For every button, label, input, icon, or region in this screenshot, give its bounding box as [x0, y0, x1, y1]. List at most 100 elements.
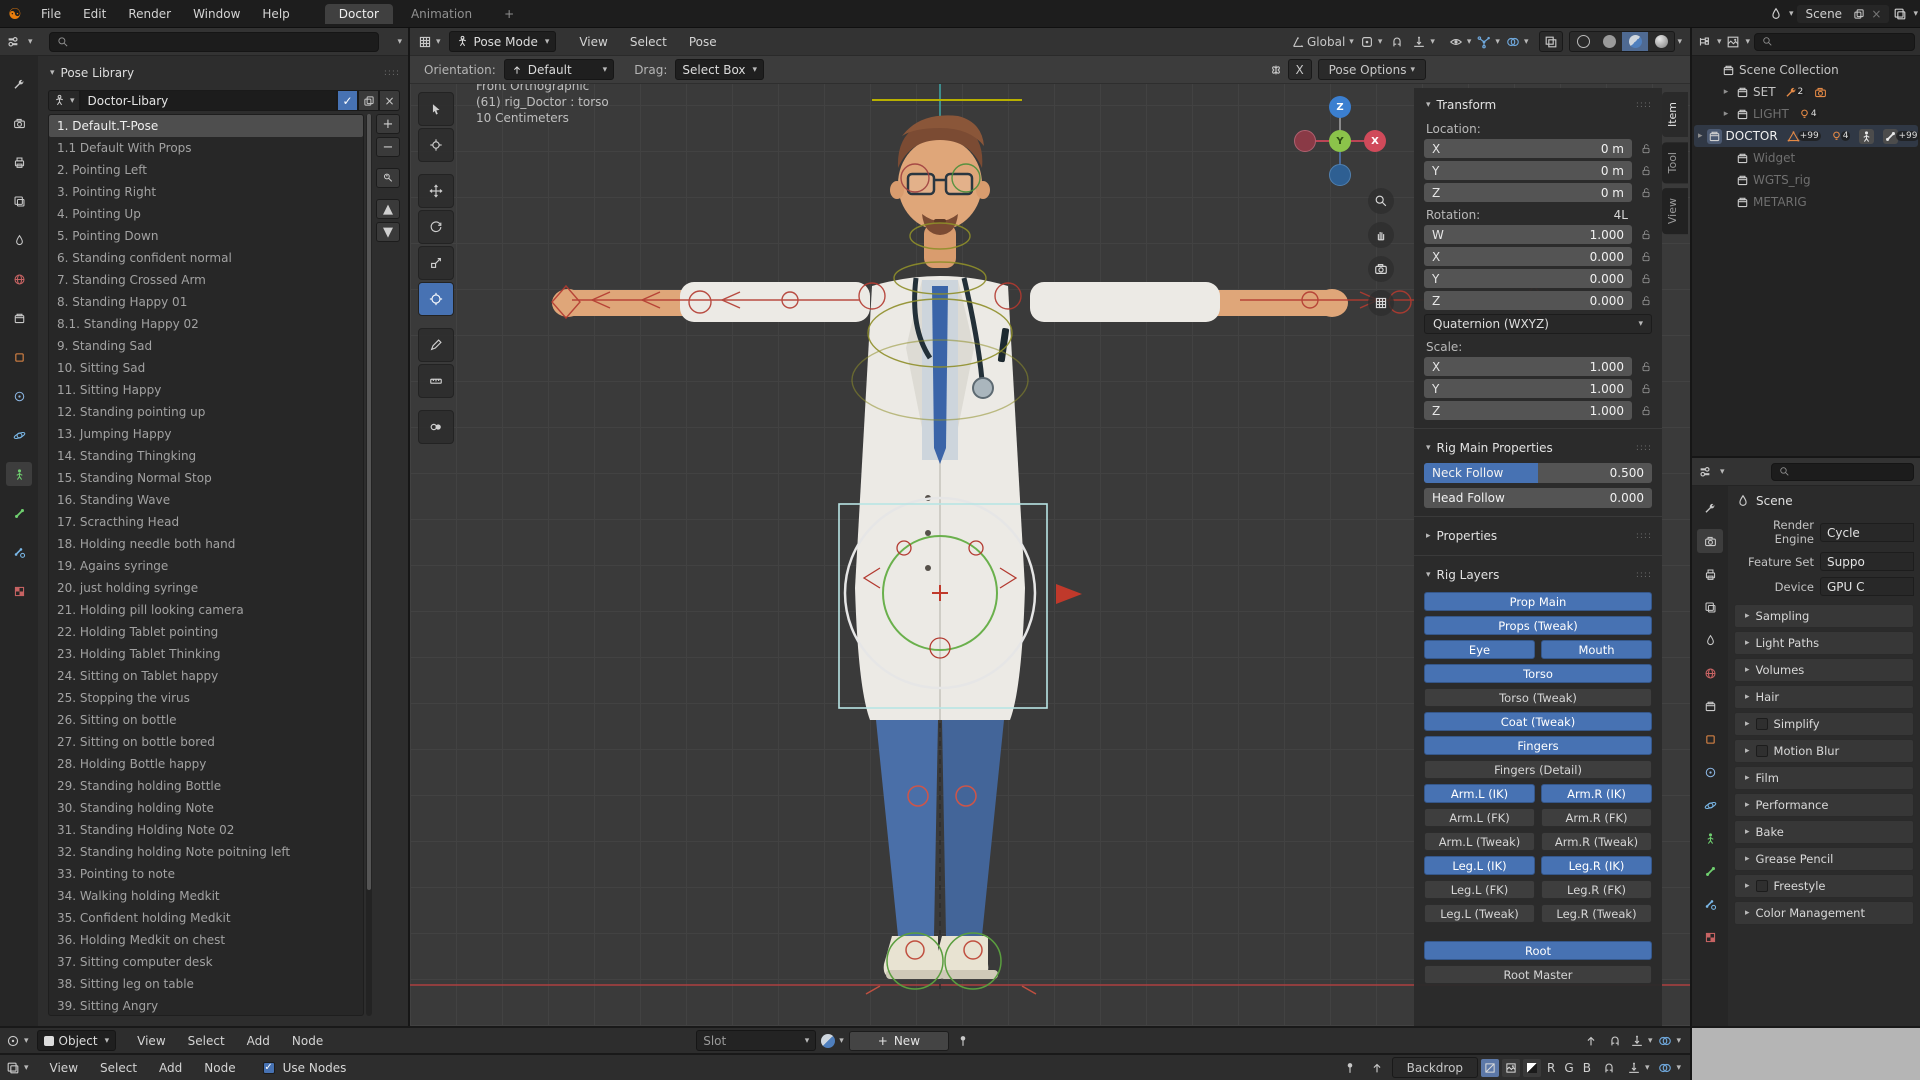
tab-object[interactable]: [1697, 727, 1723, 751]
section-color-management[interactable]: ▸Color Management: [1734, 901, 1914, 925]
new-workspace-button[interactable]: +: [490, 4, 528, 24]
viewport-3d[interactable]: ▾ Pose Mode▾ ViewSelectPose Global▾ ▾ ▾ …: [410, 28, 1690, 1026]
neck-follow-slider[interactable]: Neck Follow0.500: [1424, 463, 1652, 483]
tab-collection[interactable]: [1697, 694, 1723, 718]
shading-material-button[interactable]: [1622, 32, 1648, 51]
compositor-menu-select[interactable]: Select: [89, 1054, 148, 1080]
pose-list-item[interactable]: 15. Standing Normal Stop: [49, 467, 363, 489]
mode-dropdown[interactable]: Pose Mode▾: [449, 31, 557, 52]
material-browse-dropdown[interactable]: ▾: [818, 1030, 847, 1051]
outliner-row-scene-collection[interactable]: Scene Collection: [1694, 59, 1918, 81]
shading-wireframe-button[interactable]: [1570, 32, 1596, 51]
outliner-row-widget[interactable]: Widget: [1694, 147, 1918, 169]
section-bake[interactable]: ▸Bake: [1734, 820, 1914, 844]
tool-move[interactable]: [418, 174, 454, 208]
tool-select-box[interactable]: [418, 92, 454, 126]
rig-layer-arm-r-fk-[interactable]: Arm.R (FK): [1541, 808, 1652, 827]
rotation-x-field[interactable]: X0.000: [1424, 247, 1632, 266]
topbar-menu-file[interactable]: File: [30, 0, 72, 28]
rotation-mode-dropdown[interactable]: Quaternion (WXYZ)▾: [1424, 314, 1652, 334]
compositor-menu-node[interactable]: Node: [193, 1054, 246, 1080]
snap-settings-dropdown[interactable]: ▾: [1627, 1030, 1656, 1051]
tab-collection[interactable]: [6, 306, 32, 330]
outliner-search-input[interactable]: [1754, 33, 1915, 51]
pose-list-item[interactable]: 14. Standing Thingking: [49, 445, 363, 467]
rig-layer-leg-l-fk-[interactable]: Leg.L (FK): [1424, 880, 1535, 899]
properties-collapse-chevron[interactable]: ▸: [1426, 531, 1431, 541]
shading-solid-button[interactable]: [1596, 32, 1622, 51]
outliner-row-wgts-rig[interactable]: WGTS_rig: [1694, 169, 1918, 191]
pose-list-item[interactable]: 34. Walking holding Medkit: [49, 885, 363, 907]
tab-t-tool[interactable]: [1697, 496, 1723, 520]
topbar-menu-render[interactable]: Render: [117, 0, 182, 28]
tab-bone[interactable]: [6, 501, 32, 525]
tool-scale[interactable]: [418, 246, 454, 280]
topbar-menu-window[interactable]: Window: [182, 0, 251, 28]
pose-list-item[interactable]: 17. Scracthing Head: [49, 511, 363, 533]
pose-list-item[interactable]: 24. Sitting on Tablet happy: [49, 665, 363, 687]
pose-list-item[interactable]: 2. Pointing Left: [49, 159, 363, 181]
section-hair[interactable]: ▸Hair: [1734, 685, 1914, 709]
topbar-menu-edit[interactable]: Edit: [72, 0, 117, 28]
section-volumes[interactable]: ▸Volumes: [1734, 658, 1914, 682]
pose-library-browse-dropdown[interactable]: ▾: [48, 90, 80, 111]
shader-type-dropdown[interactable]: Object▾: [37, 1030, 117, 1051]
snap-settings-dropdown[interactable]: ▾: [1409, 31, 1438, 52]
pose-list-item[interactable]: 29. Standing holding Bottle: [49, 775, 363, 797]
shader-menu-view[interactable]: View: [126, 1027, 176, 1055]
pose-list-scrollbar[interactable]: [366, 114, 372, 1016]
fake-user-toggle[interactable]: ✓: [337, 90, 358, 111]
tool-cursor[interactable]: [418, 128, 454, 162]
pose-list-item[interactable]: 39. Sitting Angry: [49, 995, 363, 1016]
overlays-dropdown[interactable]: ▾: [1655, 1030, 1684, 1051]
shader-editor-icon[interactable]: [6, 1034, 20, 1048]
pose-list-item[interactable]: 25. Stopping the virus: [49, 687, 363, 709]
gizmos-dropdown[interactable]: ▾: [1474, 31, 1503, 52]
pose-list-item[interactable]: 5. Pointing Down: [49, 225, 363, 247]
pose-list-item[interactable]: 3. Pointing Right: [49, 181, 363, 203]
snap-toggle-button[interactable]: [1597, 1057, 1621, 1078]
section-checkbox[interactable]: [1756, 880, 1768, 892]
library-name-field[interactable]: Doctor-Libary: [80, 90, 337, 111]
rig-layer-leg-r-tweak-[interactable]: Leg.R (Tweak): [1541, 904, 1652, 923]
device-dropdown[interactable]: GPU C: [1820, 577, 1914, 596]
rig-layer-arm-l-tweak-[interactable]: Arm.L (Tweak): [1424, 832, 1535, 851]
rotation-z-field[interactable]: Z0.000: [1424, 291, 1632, 310]
pose-list-item[interactable]: 7. Standing Crossed Arm: [49, 269, 363, 291]
viewport-menu-view[interactable]: View: [568, 28, 618, 56]
transform-orientation-dropdown[interactable]: Global▾: [1288, 31, 1357, 52]
viewport-menu-pose[interactable]: Pose: [678, 28, 728, 56]
pose-list-item[interactable]: 8.1. Standing Happy 02: [49, 313, 363, 335]
properties-search-input[interactable]: [1771, 463, 1914, 481]
tab-bone[interactable]: [1697, 859, 1723, 883]
channel-alpha-button[interactable]: [1523, 1059, 1541, 1077]
editor-type-icon[interactable]: [418, 35, 432, 49]
rig-layer-arm-l-fk-[interactable]: Arm.L (FK): [1424, 808, 1535, 827]
pan-hand-button[interactable]: [1368, 222, 1394, 248]
tab-object-data[interactable]: [6, 462, 32, 486]
gizmo-z-axis[interactable]: Z: [1329, 96, 1351, 118]
rig-layer-root[interactable]: Root: [1424, 941, 1652, 960]
section-checkbox[interactable]: [1756, 718, 1768, 730]
pose-list-item[interactable]: 11. Sitting Happy: [49, 379, 363, 401]
pivot-point-dropdown[interactable]: ▾: [1357, 31, 1386, 52]
rig-layer-mouth[interactable]: Mouth: [1541, 640, 1652, 659]
location-z-field[interactable]: Z0 m: [1424, 183, 1632, 202]
lock-icon[interactable]: [1640, 361, 1652, 373]
feature-set-dropdown[interactable]: Suppo: [1820, 552, 1914, 571]
gizmo-y-axis[interactable]: Y: [1329, 130, 1351, 152]
tool-transform[interactable]: [418, 282, 454, 316]
pose-list-item[interactable]: 19. Agains syringe: [49, 555, 363, 577]
pose-list-item[interactable]: 12. Standing pointing up: [49, 401, 363, 423]
scale-z-field[interactable]: Z1.000: [1424, 401, 1632, 420]
ortho-toggle-button[interactable]: [1368, 290, 1394, 316]
tab-texture[interactable]: [6, 579, 32, 603]
tab-view-layer[interactable]: [1697, 595, 1723, 619]
tab-t-tool[interactable]: [6, 72, 32, 96]
rotation-w-field[interactable]: W1.000: [1424, 225, 1632, 244]
filter-tree-icon[interactable]: [1697, 35, 1711, 49]
section-grease-pencil[interactable]: ▸Grease Pencil: [1734, 847, 1914, 871]
expand-icon[interactable]: ▸: [1720, 87, 1732, 97]
section-film[interactable]: ▸Film: [1734, 766, 1914, 790]
rig-layer-arm-l-ik-[interactable]: Arm.L (IK): [1424, 784, 1535, 803]
